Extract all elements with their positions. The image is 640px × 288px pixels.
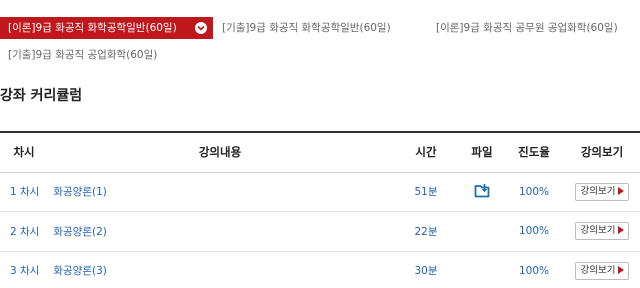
lecture-cell[interactable]: 1 차시 화공양론(1) [0, 172, 392, 212]
watch-label: 강의보기 [580, 264, 616, 276]
watch-cell: 강의보기 [564, 251, 640, 288]
progress-rate: 100% [504, 211, 564, 252]
header-content: 강의내용 [48, 131, 392, 173]
header-watch: 강의보기 [564, 131, 640, 173]
session-number: 3 차시 [10, 265, 40, 278]
tab-label: [기출]9급 화공직 화학공학일반(60일) [222, 22, 391, 34]
watch-label: 강의보기 [580, 185, 616, 197]
table-row: 2 차시 화공양론(2) 22분 100% 강의보기 [0, 211, 640, 252]
file-cell [460, 172, 504, 212]
tab-label: [이론]9급 화공직 공무원 공업화학(60일) [436, 22, 618, 34]
play-arrow-icon [618, 265, 625, 274]
lecture-time: 22분 [392, 211, 460, 252]
session-number: 1 차시 [10, 186, 40, 199]
lecture-title[interactable]: 화공양론(2) [53, 226, 107, 238]
tab-label: [기출]9급 화공직 공업화학(60일) [8, 49, 158, 61]
file-cell [460, 211, 504, 252]
play-arrow-icon [618, 186, 625, 195]
watch-lecture-button[interactable]: 강의보기 [574, 222, 630, 241]
tab-course-2[interactable]: [기출]9급 화공직 화학공학일반(60일) [222, 17, 391, 39]
course-tabs: [이론]9급 화공직 화학공학일반(60일) [기출]9급 화공직 화학공학일반… [0, 10, 640, 70]
table-header-row: 차시 강의내용 시간 파일 진도율 강의보기 [0, 131, 640, 173]
download-file-icon[interactable] [474, 183, 490, 201]
file-cell [460, 251, 504, 288]
lecture-cell[interactable]: 3 차시 화공양론(3) [0, 251, 392, 288]
lecture-time: 30분 [392, 251, 460, 288]
table-row: 3 차시 화공양론(3) 30분 100% 강의보기 [0, 251, 640, 288]
header-time: 시간 [392, 131, 460, 173]
watch-cell: 강의보기 [564, 211, 640, 252]
tab-course-3[interactable]: [이론]9급 화공직 공무원 공업화학(60일) [436, 17, 618, 39]
header-session: 차시 [0, 131, 48, 173]
chevron-down-icon [195, 22, 207, 34]
watch-lecture-button[interactable]: 강의보기 [574, 261, 630, 280]
tab-course-1[interactable]: [이론]9급 화공직 화학공학일반(60일) [0, 17, 213, 39]
header-progress: 진도율 [504, 131, 564, 173]
header-file: 파일 [460, 131, 504, 173]
tab-course-4[interactable]: [기출]9급 화공직 공업화학(60일) [8, 44, 157, 66]
progress-rate: 100% [504, 251, 564, 288]
lecture-cell[interactable]: 2 차시 화공양론(2) [0, 211, 392, 252]
section-title: 강좌 커리큘럼 [0, 88, 83, 104]
lecture-time: 51분 [392, 172, 460, 212]
watch-label: 강의보기 [580, 225, 616, 237]
watch-lecture-button[interactable]: 강의보기 [574, 182, 630, 201]
lecture-title[interactable]: 화공양론(3) [53, 265, 107, 277]
lecture-title[interactable]: 화공양론(1) [53, 186, 107, 198]
table-row: 1 차시 화공양론(1) 51분 100% 강의보기 [0, 172, 640, 212]
progress-rate: 100% [504, 172, 564, 212]
curriculum-table: 차시 강의내용 시간 파일 진도율 강의보기 1 차시 화공양론(1) 51분 [0, 131, 640, 288]
watch-cell: 강의보기 [564, 172, 640, 212]
play-arrow-icon [618, 226, 625, 235]
session-number: 2 차시 [10, 225, 40, 238]
tab-label: [이론]9급 화공직 화학공학일반(60일) [8, 22, 177, 34]
